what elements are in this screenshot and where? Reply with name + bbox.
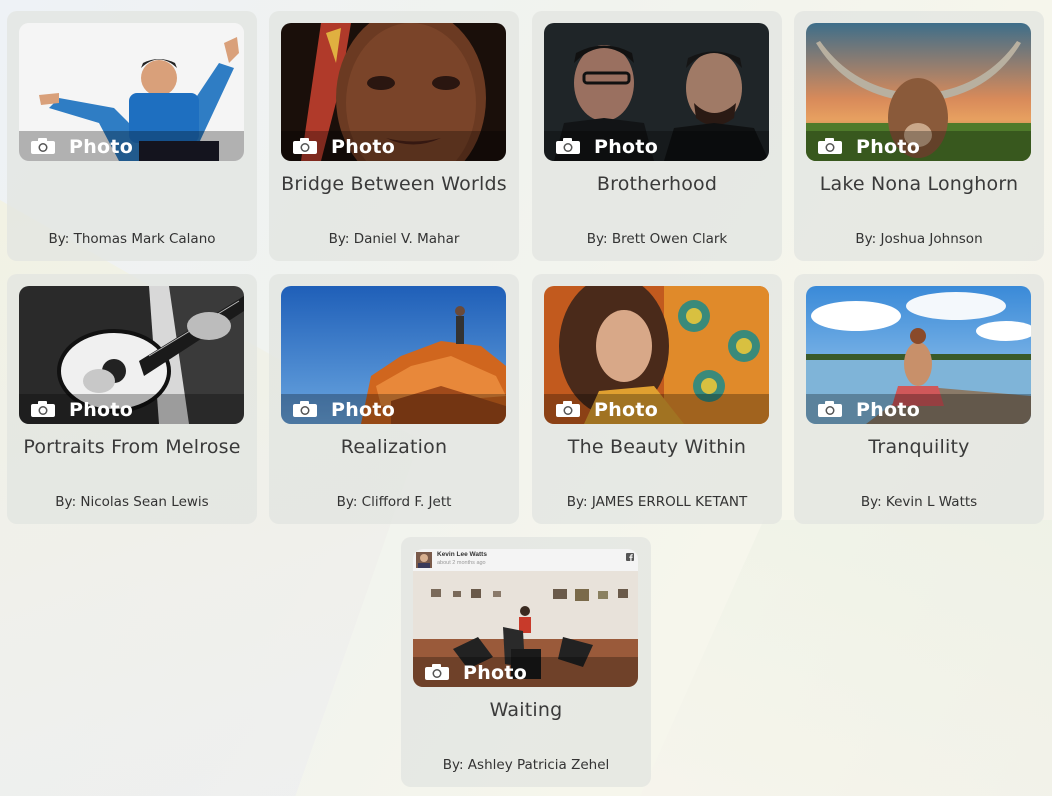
thumbnail-image[interactable]: Photo — [806, 23, 1031, 161]
camera-icon — [818, 138, 842, 154]
camera-icon — [425, 664, 449, 680]
card-byline: By: Kevin L Watts — [860, 494, 978, 510]
thumbnail-image[interactable]: Photo — [544, 286, 769, 424]
thumbnail-image[interactable]: Photo — [19, 286, 244, 424]
photo-badge-label: Photo — [856, 136, 921, 158]
gallery-card[interactable]: Photo Realization By: Clifford F. Jett — [269, 274, 519, 524]
gallery-card[interactable]: Photo Tranquility By: Kevin L Watts — [794, 274, 1044, 524]
photo-badge: Photo — [281, 131, 506, 161]
card-title[interactable]: Waiting — [401, 699, 651, 721]
photo-badge: Photo — [281, 394, 506, 424]
thumbnail-image[interactable]: Photo — [544, 23, 769, 161]
photo-badge: Photo — [544, 131, 769, 161]
card-title[interactable]: Bridge Between Worlds — [269, 173, 519, 195]
facebook-icon — [626, 553, 634, 561]
card-title[interactable]: Brotherhood — [532, 173, 782, 195]
gallery-card[interactable]: Photo By: Thomas Mark Calano — [7, 11, 257, 261]
photo-badge-label: Photo — [331, 399, 396, 421]
photo-badge-label: Photo — [856, 399, 921, 421]
thumbnail-image[interactable]: Photo — [806, 286, 1031, 424]
camera-icon — [818, 401, 842, 417]
photo-badge-label: Photo — [331, 136, 396, 158]
card-title[interactable]: Portraits From Melrose — [7, 436, 257, 458]
card-title[interactable]: Lake Nona Longhorn — [794, 173, 1044, 195]
camera-icon — [556, 138, 580, 154]
photo-badge: Photo — [19, 131, 244, 161]
thumbnail-image[interactable]: Photo — [281, 286, 506, 424]
thumbnail-image[interactable]: Kevin Lee Watts about 2 months ago Photo — [413, 549, 638, 687]
embedded-post-time: about 2 months ago — [437, 560, 486, 566]
camera-icon — [293, 401, 317, 417]
photo-badge-label: Photo — [594, 136, 659, 158]
camera-icon — [556, 401, 580, 417]
photo-badge-label: Photo — [69, 399, 134, 421]
gallery-grid: Photo By: Thomas Mark Calano Photo Bridg… — [0, 0, 1052, 796]
card-byline: By: Ashley Patricia Zehel — [442, 757, 610, 773]
card-byline: By: JAMES ERROLL KETANT — [566, 494, 748, 510]
card-title[interactable]: The Beauty Within — [532, 436, 782, 458]
embedded-post-author: Kevin Lee Watts — [437, 551, 487, 558]
photo-badge: Photo — [413, 657, 638, 687]
photo-badge: Photo — [19, 394, 244, 424]
photo-badge-label: Photo — [69, 136, 134, 158]
card-title[interactable]: Tranquility — [794, 436, 1044, 458]
gallery-card[interactable]: Kevin Lee Watts about 2 months ago Photo… — [401, 537, 651, 787]
thumbnail-image[interactable]: Photo — [19, 23, 244, 161]
card-byline: By: Thomas Mark Calano — [48, 231, 216, 247]
photo-badge-label: Photo — [594, 399, 659, 421]
card-byline: By: Nicolas Sean Lewis — [55, 494, 209, 510]
card-title[interactable]: Realization — [269, 436, 519, 458]
gallery-card[interactable]: Photo Bridge Between Worlds By: Daniel V… — [269, 11, 519, 261]
camera-icon — [31, 401, 55, 417]
photo-badge: Photo — [544, 394, 769, 424]
camera-icon — [293, 138, 317, 154]
thumbnail-image[interactable]: Photo — [281, 23, 506, 161]
camera-icon — [31, 138, 55, 154]
card-byline: By: Daniel V. Mahar — [328, 231, 460, 247]
gallery-card[interactable]: Photo Portraits From Melrose By: Nicolas… — [7, 274, 257, 524]
gallery-card[interactable]: Photo Lake Nona Longhorn By: Joshua John… — [794, 11, 1044, 261]
card-byline: By: Clifford F. Jett — [336, 494, 452, 510]
card-byline: By: Brett Owen Clark — [586, 231, 728, 247]
photo-badge: Photo — [806, 131, 1031, 161]
card-byline: By: Joshua Johnson — [855, 231, 983, 247]
photo-badge: Photo — [806, 394, 1031, 424]
photo-badge-label: Photo — [463, 662, 528, 684]
avatar — [416, 552, 432, 568]
gallery-card[interactable]: Photo The Beauty Within By: JAMES ERROLL… — [532, 274, 782, 524]
gallery-card[interactable]: Photo Brotherhood By: Brett Owen Clark — [532, 11, 782, 261]
